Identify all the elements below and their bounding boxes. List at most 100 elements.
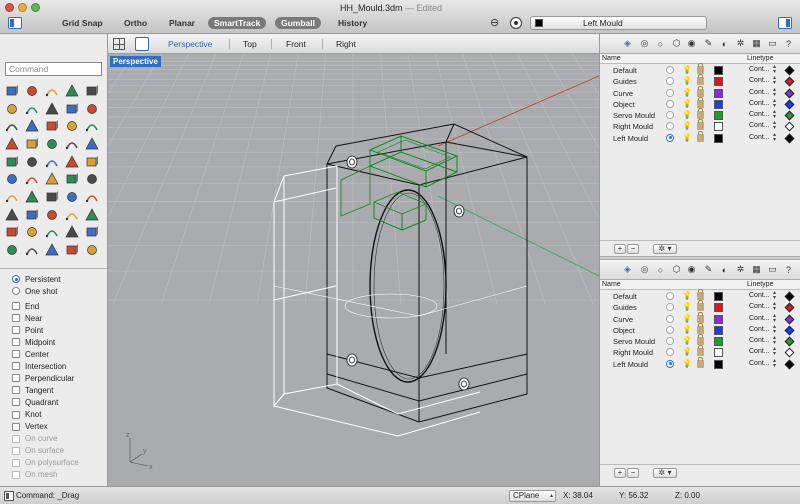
layer-color-swatch[interactable] bbox=[714, 303, 723, 313]
perspective-viewport[interactable]: z x y Perspective bbox=[108, 54, 599, 486]
linetype-stepper-icon[interactable]: ▴ ▾ bbox=[773, 346, 776, 357]
layer-name[interactable]: Right Mould bbox=[613, 348, 653, 357]
print-color-diamond-icon[interactable] bbox=[784, 336, 795, 347]
torus-tool-icon[interactable] bbox=[82, 135, 102, 153]
cube-icon[interactable]: ⬡ bbox=[671, 264, 682, 275]
layer-name[interactable]: Curve bbox=[613, 315, 633, 324]
layer-name[interactable]: Right Mould bbox=[613, 122, 653, 131]
loft-tool-icon[interactable] bbox=[62, 117, 82, 135]
lock-icon[interactable] bbox=[697, 130, 704, 142]
linetype-stepper-icon[interactable]: ▴ ▾ bbox=[773, 313, 776, 324]
camera-tool-icon[interactable] bbox=[62, 241, 82, 259]
osnap-checkbox[interactable] bbox=[12, 374, 20, 383]
osnap-checkbox[interactable] bbox=[12, 410, 20, 419]
osnap-checkbox[interactable] bbox=[12, 314, 20, 323]
layer-linetype[interactable]: Cont... bbox=[749, 89, 770, 96]
osnap-on-mesh[interactable]: On mesh bbox=[12, 469, 79, 481]
solid-box-tool-icon[interactable] bbox=[2, 135, 22, 153]
array-tool-icon[interactable] bbox=[82, 188, 102, 206]
current-layer-radio[interactable] bbox=[666, 111, 674, 120]
lock-icon[interactable] bbox=[697, 311, 704, 323]
layer-color-swatch[interactable] bbox=[714, 111, 723, 121]
linetype-column-header[interactable]: Linetype bbox=[747, 55, 773, 62]
tab-top[interactable]: Top bbox=[243, 39, 257, 49]
add-layer-button[interactable]: + bbox=[614, 468, 626, 478]
linetype-stepper-icon[interactable]: ▴ ▾ bbox=[773, 120, 776, 131]
ellipse-tool-icon[interactable] bbox=[82, 100, 102, 118]
linetype-stepper-icon[interactable]: ▴ ▾ bbox=[773, 335, 776, 346]
right-sidebar-toggle-icon[interactable] bbox=[778, 17, 792, 29]
persistent-radio[interactable] bbox=[12, 275, 20, 284]
monitor-icon[interactable]: ▭ bbox=[767, 264, 778, 275]
osnap-on-surface[interactable]: On surface bbox=[12, 445, 79, 457]
display-icon[interactable]: ◎ bbox=[639, 38, 650, 49]
text-tool-icon[interactable] bbox=[22, 224, 42, 242]
linetype-stepper-icon[interactable]: ▴ ▾ bbox=[773, 109, 776, 120]
osnap-checkbox[interactable] bbox=[12, 458, 20, 467]
select-arrow-tool-icon[interactable] bbox=[2, 82, 22, 100]
osnap-quadrant[interactable]: Quadrant bbox=[12, 396, 79, 408]
visibility-bulb-icon[interactable]: 💡 bbox=[682, 65, 692, 75]
layer-name[interactable]: Default bbox=[613, 292, 637, 301]
visibility-bulb-icon[interactable]: 💡 bbox=[682, 121, 692, 131]
layers-icon[interactable]: ◈ bbox=[622, 38, 633, 49]
camera-icon[interactable]: ◉ bbox=[686, 38, 697, 49]
snap-mode-one-shot[interactable]: One shot bbox=[12, 285, 79, 297]
osnap-target-icon[interactable] bbox=[510, 17, 522, 29]
extrude-surface-tool-icon[interactable] bbox=[22, 117, 42, 135]
osnap-center[interactable]: Center bbox=[12, 348, 79, 360]
object-props-icon[interactable]: ○ bbox=[655, 38, 666, 49]
polyline-tool-icon[interactable] bbox=[42, 82, 62, 100]
object-props-icon[interactable]: ○ bbox=[655, 264, 666, 275]
layer-options-button[interactable]: ✲ ▾ bbox=[653, 244, 677, 254]
revolve-tool-icon[interactable] bbox=[82, 117, 102, 135]
remove-layer-button[interactable]: − bbox=[627, 468, 639, 478]
layer-color-swatch[interactable] bbox=[714, 348, 723, 358]
minimize-window-button[interactable] bbox=[18, 3, 27, 12]
offset-tool-icon[interactable] bbox=[82, 153, 102, 171]
visibility-bulb-icon[interactable]: 💡 bbox=[682, 302, 692, 312]
material-icon[interactable]: ✎ bbox=[703, 38, 714, 49]
osnap-near[interactable]: Near bbox=[12, 312, 79, 324]
current-layer-radio[interactable] bbox=[666, 66, 674, 74]
layer-linetype[interactable]: Cont... bbox=[749, 303, 770, 310]
linetype-stepper-icon[interactable]: ▴ ▾ bbox=[773, 358, 776, 369]
print-color-diamond-icon[interactable] bbox=[784, 359, 795, 370]
display-icon[interactable]: ◎ bbox=[639, 264, 650, 275]
layer-name[interactable]: Guides bbox=[613, 77, 637, 86]
cone-tool-icon[interactable] bbox=[42, 135, 62, 153]
add-layer-button[interactable]: + bbox=[614, 244, 626, 254]
layer-linetype[interactable]: Cont... bbox=[749, 66, 770, 73]
sun-icon[interactable]: ✲ bbox=[735, 38, 746, 49]
layer-row-left-mould[interactable]: Left Mould 💡 Cont... ▴ ▾ bbox=[600, 130, 800, 144]
ortho-toggle[interactable]: Ortho bbox=[124, 17, 147, 29]
visibility-bulb-icon[interactable]: 💡 bbox=[682, 76, 692, 86]
current-layer-radio[interactable] bbox=[666, 122, 674, 131]
grid-icon[interactable]: ▦ bbox=[751, 38, 762, 49]
current-layer-radio[interactable] bbox=[666, 292, 674, 300]
current-layer-dropdown[interactable]: Left Mould bbox=[530, 16, 707, 30]
monitor-icon[interactable]: ▭ bbox=[767, 38, 778, 49]
join-tool-icon[interactable] bbox=[62, 153, 82, 171]
layer-name[interactable]: Object bbox=[613, 100, 635, 109]
osnap-checkbox[interactable] bbox=[12, 362, 20, 371]
point-tool-icon[interactable] bbox=[22, 82, 42, 100]
print-color-diamond-icon[interactable] bbox=[784, 99, 795, 110]
left-sidebar-toggle-icon[interactable] bbox=[8, 17, 22, 29]
layer-color-swatch[interactable] bbox=[714, 122, 723, 132]
lock-icon[interactable] bbox=[697, 289, 704, 300]
osnap-knot[interactable]: Knot bbox=[12, 409, 79, 421]
lock-icon[interactable] bbox=[697, 334, 704, 346]
cube-icon[interactable]: ⬡ bbox=[671, 38, 682, 49]
osnap-vertex[interactable]: Vertex bbox=[12, 421, 79, 433]
current-layer-radio[interactable] bbox=[666, 314, 674, 323]
leader-tool-icon[interactable] bbox=[62, 224, 82, 242]
explode-tool-icon[interactable] bbox=[42, 153, 62, 171]
osnap-checkbox[interactable] bbox=[12, 326, 20, 335]
current-layer-radio[interactable] bbox=[666, 337, 674, 346]
mirror-tool-icon[interactable] bbox=[82, 170, 102, 188]
layer-name[interactable]: Servo Mould bbox=[613, 337, 655, 346]
visibility-bulb-icon[interactable]: 💡 bbox=[682, 314, 692, 324]
environment-icon[interactable]: ◐ bbox=[719, 38, 730, 49]
layer-color-swatch[interactable] bbox=[714, 88, 723, 98]
